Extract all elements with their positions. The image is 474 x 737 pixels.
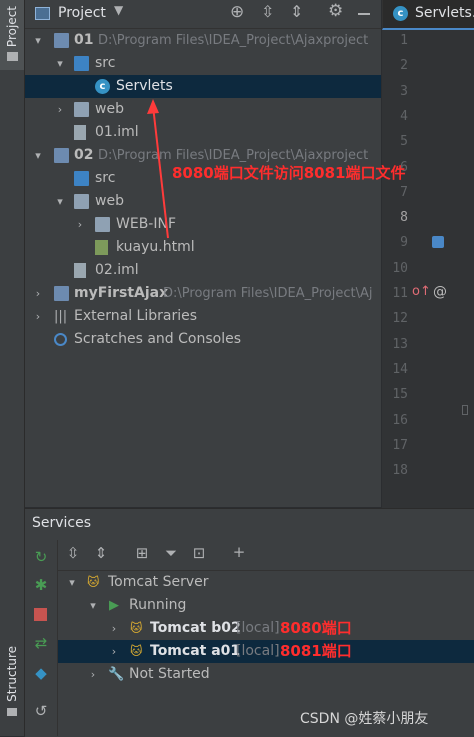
artifact-icon[interactable]: ◆ xyxy=(31,664,51,682)
chevron-down-icon[interactable]: ▾ xyxy=(66,571,78,594)
tomcat-icon: 🐱 xyxy=(87,575,100,589)
new-tab-icon[interactable]: ⊡ xyxy=(189,544,209,562)
service-node-label: Tomcat a01 xyxy=(150,643,241,659)
services-side-toolbar: ↻ ✱ ⇄ ◆ ↺ xyxy=(25,540,58,736)
expand-all-icon[interactable]: ⇳ xyxy=(63,544,83,562)
run-icon: ▶ xyxy=(109,598,119,613)
service-node-not-started[interactable]: › 🔧 Not Started xyxy=(58,663,474,686)
collapse-all-icon[interactable]: ⇕ xyxy=(91,544,111,562)
wrench-icon: 🔧 xyxy=(108,667,125,682)
tomcat-icon: 🐱 xyxy=(130,621,143,635)
debug-icon[interactable]: ✱ xyxy=(31,576,51,594)
deploy-icon[interactable]: ⇄ xyxy=(31,634,51,652)
service-node-tomcat-server[interactable]: ▾ 🐱 Tomcat Server xyxy=(58,571,474,594)
chevron-right-icon[interactable]: › xyxy=(87,663,99,686)
service-node-running[interactable]: ▾ ▶ Running xyxy=(58,594,474,617)
service-node-label: Tomcat Server xyxy=(108,574,209,590)
group-by-icon[interactable]: ⊞ xyxy=(132,544,152,562)
tomcat-icon: 🐱 xyxy=(130,644,143,658)
annotation-arrowhead xyxy=(147,99,159,114)
service-node-tag: [local] xyxy=(236,643,280,659)
stop-icon[interactable] xyxy=(34,608,47,621)
add-service-icon[interactable]: + xyxy=(229,543,249,561)
chevron-down-icon[interactable]: ▾ xyxy=(87,594,99,617)
service-node-label: Running xyxy=(129,597,187,613)
service-node-label: Tomcat b02 xyxy=(150,620,241,636)
rerun-icon[interactable]: ↻ xyxy=(31,548,51,566)
services-title: Services xyxy=(32,515,92,531)
service-node-label: Not Started xyxy=(129,666,210,682)
port-annotation: 8081端口 xyxy=(280,642,352,660)
service-node-tomcat-a01[interactable]: › 🐱 Tomcat a01 [local] 8081端口 xyxy=(58,640,474,663)
chevron-right-icon[interactable]: › xyxy=(108,640,120,663)
annotation-text: 8080端口文件访问8081端口文件 xyxy=(172,164,406,182)
watermark: CSDN @姓蔡小朋友 xyxy=(300,711,429,727)
service-node-tag: [local] xyxy=(236,620,280,636)
annotation-arrow xyxy=(152,105,169,239)
services-toolbar: ⇳ ⇕ ⊞ ⏷ ⊡ + xyxy=(58,540,474,571)
service-node-tomcat-b02[interactable]: › 🐱 Tomcat b02 [local] 8080端口 xyxy=(58,617,474,640)
filter-icon[interactable]: ⏷ xyxy=(161,544,181,562)
refresh-icon[interactable]: ↺ xyxy=(31,702,51,720)
chevron-right-icon[interactable]: › xyxy=(108,617,120,640)
port-annotation: 8080端口 xyxy=(280,619,352,637)
